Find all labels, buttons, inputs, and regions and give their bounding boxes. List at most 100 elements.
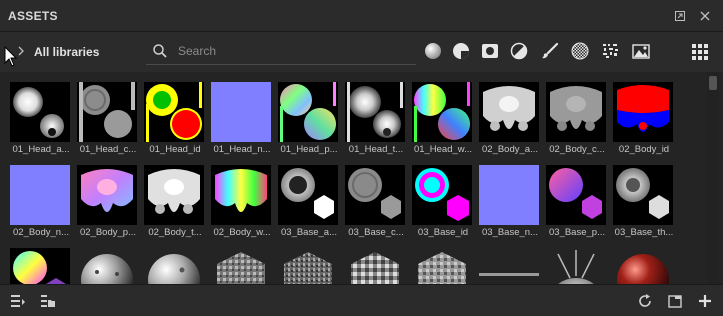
asset-label: 03_Base_p... — [549, 227, 605, 238]
asset-thumbnail — [211, 248, 271, 284]
asset-tile[interactable]: 02_Body_c... — [544, 80, 611, 157]
materials-filter-icon[interactable] — [423, 41, 443, 61]
asset-thumbnail — [345, 82, 405, 142]
asset-tile[interactable] — [611, 246, 678, 284]
grid-view-icon[interactable] — [691, 43, 709, 61]
assets-toolbar: All libraries — [0, 32, 723, 72]
asset-thumbnail — [211, 82, 271, 142]
asset-tile[interactable] — [75, 246, 142, 284]
refresh-icon[interactable] — [637, 293, 653, 309]
folder-list-icon[interactable] — [40, 293, 56, 309]
asset-label: 01_Head_p... — [280, 144, 338, 155]
asset-tile[interactable]: 03_Base_th... — [611, 163, 678, 240]
asset-label: 03_Base_id — [417, 227, 469, 238]
asset-thumbnail — [613, 165, 673, 225]
asset-tile[interactable]: 01_Head_a... — [8, 80, 75, 157]
asset-thumbnail — [412, 82, 472, 142]
asset-tile[interactable]: 02_Body_id — [611, 80, 678, 157]
asset-tile[interactable] — [276, 246, 343, 284]
asset-thumbnail — [412, 248, 472, 284]
asset-label: 01_Head_id — [149, 144, 201, 155]
restore-icon[interactable] — [673, 9, 687, 23]
asset-tile[interactable]: 01_Head_p... — [276, 80, 343, 157]
environments-filter-icon[interactable] — [509, 41, 529, 61]
asset-thumbnail — [144, 165, 204, 225]
smart-masks-filter-icon[interactable] — [480, 41, 500, 61]
asset-thumbnail — [479, 82, 539, 142]
asset-thumbnail — [278, 82, 338, 142]
asset-grid: 01_Head_a... 01_Head_c... 01_Head_id 01_… — [8, 80, 708, 284]
asset-label: 03_Base_th... — [614, 227, 674, 238]
asset-thumbnail — [345, 248, 405, 284]
search-box[interactable] — [146, 38, 416, 65]
panel-title: ASSETS — [8, 9, 58, 23]
asset-thumbnail — [546, 165, 606, 225]
asset-tile[interactable] — [477, 246, 544, 284]
asset-label: 02_Body_w... — [213, 227, 271, 238]
asset-thumbnail — [546, 82, 606, 142]
asset-thumbnail — [211, 165, 271, 225]
asset-label: 01_Head_t... — [348, 144, 404, 155]
asset-thumbnail — [278, 165, 338, 225]
asset-label: 02_Body_a... — [482, 144, 538, 155]
asset-label: 03_Base_c... — [348, 227, 404, 238]
vertical-scrollbar[interactable] — [707, 72, 719, 284]
asset-label: 01_Head_c... — [79, 144, 137, 155]
search-input[interactable] — [178, 42, 408, 60]
asset-thumbnail — [144, 82, 204, 142]
asset-tile[interactable]: 02_Body_t... — [142, 163, 209, 240]
asset-label: 02_Body_t... — [148, 227, 202, 238]
library-selector[interactable]: All libraries — [34, 45, 99, 59]
asset-thumbnail — [479, 248, 539, 284]
close-icon[interactable] — [698, 9, 712, 23]
scrollbar-thumb[interactable] — [709, 76, 717, 90]
asset-tile[interactable]: 02_Body_w... — [209, 163, 276, 240]
asset-label: 01_Head_n... — [213, 144, 271, 155]
asset-label: 02_Body_n... — [13, 227, 69, 238]
asset-thumbnail — [144, 248, 204, 284]
asset-tile[interactable]: 03_Base_n... — [477, 163, 544, 240]
asset-thumbnail — [10, 248, 70, 284]
smart-materials-filter-icon[interactable] — [451, 41, 471, 61]
new-folder-icon[interactable] — [667, 293, 683, 309]
asset-tile[interactable]: 02_Body_a... — [477, 80, 544, 157]
asset-tile[interactable]: 03_Base_a... — [276, 163, 343, 240]
asset-tile[interactable]: 02_Body_n... — [8, 163, 75, 240]
asset-thumbnail — [77, 82, 137, 142]
asset-tile[interactable] — [8, 246, 75, 284]
asset-thumbnail — [613, 248, 673, 284]
asset-label: 03_Base_a... — [281, 227, 337, 238]
asset-tile[interactable]: 03_Base_p... — [544, 163, 611, 240]
asset-thumbnail — [10, 82, 70, 142]
asset-tile[interactable]: 01_Head_c... — [75, 80, 142, 157]
add-icon[interactable] — [697, 293, 713, 309]
textures-filter-icon[interactable] — [631, 41, 651, 61]
mouse-cursor-icon — [4, 45, 18, 68]
asset-thumbnail — [479, 165, 539, 225]
asset-thumbnail — [613, 82, 673, 142]
asset-tile[interactable] — [343, 246, 410, 284]
asset-tile[interactable]: 03_Base_c... — [343, 163, 410, 240]
asset-label: 03_Base_n... — [482, 227, 538, 238]
asset-label: 02_Body_p... — [80, 227, 136, 238]
asset-thumbnail — [412, 165, 472, 225]
search-icon — [152, 43, 168, 59]
procedurals-filter-icon[interactable] — [601, 41, 621, 61]
alphas-filter-icon[interactable] — [570, 41, 590, 61]
asset-label: 02_Body_id — [618, 144, 670, 155]
asset-tile[interactable] — [410, 246, 477, 284]
asset-tile[interactable]: 01_Head_w... — [410, 80, 477, 157]
asset-tile[interactable] — [142, 246, 209, 284]
list-options-icon[interactable] — [10, 293, 26, 309]
asset-tile[interactable]: 01_Head_n... — [209, 80, 276, 157]
asset-tile[interactable] — [544, 246, 611, 284]
asset-tile[interactable]: 03_Base_id — [410, 163, 477, 240]
asset-tile[interactable]: 01_Head_t... — [343, 80, 410, 157]
asset-tile[interactable]: 01_Head_id — [142, 80, 209, 157]
asset-thumbnail — [345, 165, 405, 225]
panel-titlebar: ASSETS — [0, 0, 723, 32]
assets-bottombar — [0, 284, 723, 316]
asset-tile[interactable] — [209, 246, 276, 284]
asset-tile[interactable]: 02_Body_p... — [75, 163, 142, 240]
brushes-filter-icon[interactable] — [540, 41, 560, 61]
